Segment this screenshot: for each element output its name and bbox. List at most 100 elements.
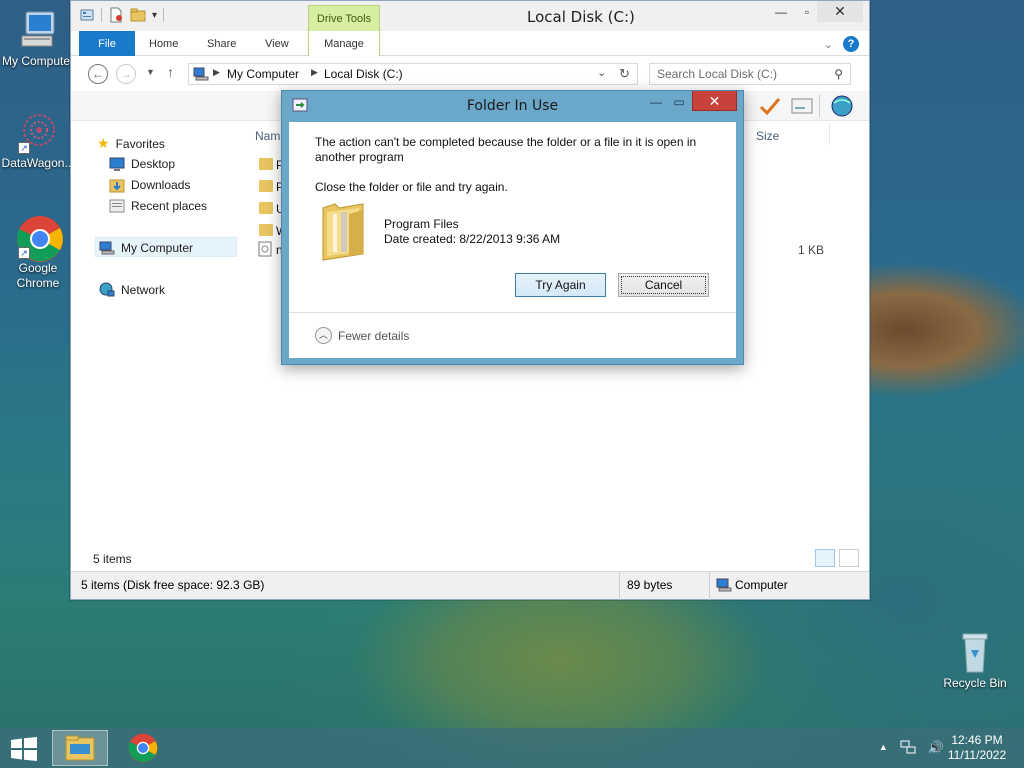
cancel-button[interactable]: Cancel — [618, 273, 709, 297]
desktop-icon-label: Recycle Bin — [943, 676, 1007, 690]
status-left: 5 items (Disk free space: 92.3 GB) — [81, 578, 265, 592]
ribbon-tabs: File Home Share View Manage — [71, 31, 869, 56]
dialog-instruction: Close the folder or file and try again. — [315, 180, 508, 194]
windows-start-icon[interactable] — [10, 737, 38, 761]
tab-file[interactable]: File — [79, 31, 135, 56]
recent-places-icon — [109, 199, 125, 213]
file-icon — [258, 241, 272, 257]
items-count-label: 5 items — [93, 552, 132, 566]
items-count: 5 items — [71, 549, 869, 571]
folder-icon — [259, 224, 273, 236]
minimize-button[interactable]: — — [767, 1, 795, 23]
properties-icon[interactable] — [79, 7, 95, 23]
back-button[interactable]: ← — [88, 64, 108, 84]
card-icon[interactable] — [791, 98, 813, 114]
status-bar: 5 items (Disk free space: 92.3 GB) 89 by… — [71, 571, 869, 600]
dialog-close-button[interactable]: ✕ — [692, 91, 737, 111]
status-zone: Computer — [735, 578, 788, 592]
try-again-button[interactable]: Try Again — [515, 273, 606, 297]
computer-small-icon — [99, 241, 115, 255]
tab-manage[interactable]: Manage — [308, 31, 380, 56]
dialog-titlebar: Folder In Use — ▭ ✕ — [282, 91, 743, 121]
checkmark-icon[interactable] — [759, 96, 781, 116]
details-view-icon[interactable] — [815, 549, 835, 567]
large-icons-view-icon[interactable] — [839, 549, 859, 567]
taskbar: ▲ 🔊 12:46 PM 11/11/2022 — [0, 728, 1024, 768]
folder-in-use-dialog: Folder In Use — ▭ ✕ The action can't be … — [281, 90, 744, 365]
clock-time: 12:46 PM — [951, 733, 1003, 747]
network-tray-icon[interactable] — [900, 740, 916, 754]
close-button[interactable]: ✕ — [817, 1, 863, 22]
ribbon-right-controls: ⌄ ? — [824, 36, 859, 52]
datawagon-icon: ↗ — [16, 110, 60, 154]
system-tray: ▲ 🔊 — [879, 740, 944, 756]
nav-network[interactable]: Network — [99, 282, 165, 298]
computer-small-icon — [716, 578, 732, 592]
tab-view[interactable]: View — [265, 31, 289, 56]
nav-downloads[interactable]: Downloads — [109, 177, 190, 193]
dialog-divider — [289, 312, 736, 313]
nav-recent-places[interactable]: Recent places — [109, 198, 207, 214]
taskbar-clock[interactable]: 12:46 PM 11/11/2022 — [942, 733, 1012, 763]
explorer-titlebar: ▾ Local Disk (C:) — ▫ ✕ — [71, 1, 869, 31]
desktop-icon-google-chrome[interactable]: ↗ Google Chrome — [0, 215, 76, 291]
nav-label: Recent places — [131, 199, 208, 213]
network-icon — [99, 282, 115, 297]
desktop-icon-recycle-bin[interactable]: Recycle Bin — [937, 630, 1013, 691]
refresh-button[interactable]: ↻ — [612, 63, 638, 85]
address-bar[interactable]: ▶ My Computer ▶ Local Disk (C:) ⌄ — [188, 63, 638, 85]
recent-locations-chevron-icon[interactable]: ▼ — [146, 67, 155, 77]
chrome-icon: ↗ — [16, 215, 63, 262]
customize-qat-chevron-icon[interactable]: ▾ — [152, 10, 157, 21]
show-hidden-icons-chevron-icon[interactable]: ▲ — [879, 740, 888, 756]
nav-label: Network — [121, 283, 166, 297]
breadcrumb-my-computer[interactable]: My Computer — [227, 67, 299, 81]
address-dropdown-chevron-icon[interactable]: ⌄ — [597, 66, 606, 79]
folder-icon — [259, 202, 273, 214]
desktop-icon — [109, 157, 125, 171]
tab-home[interactable]: Home — [149, 31, 178, 56]
expand-ribbon-chevron-icon[interactable]: ⌄ — [824, 38, 833, 51]
column-header-size[interactable]: Size — [756, 129, 779, 143]
computer-small-icon — [193, 67, 209, 81]
tab-share[interactable]: Share — [207, 31, 236, 56]
downloads-icon — [109, 179, 125, 193]
shortcut-arrow-icon: ↗ — [18, 142, 30, 154]
new-document-icon[interactable] — [108, 7, 124, 23]
dialog-maximize-button[interactable]: ▭ — [668, 94, 690, 112]
row-size: 1 KB — [798, 243, 825, 257]
status-size: 89 bytes — [627, 578, 673, 592]
folder-icon — [259, 180, 273, 192]
nav-label: My Computer — [121, 241, 194, 255]
search-input[interactable]: Search Local Disk (C:) ⚲ — [649, 63, 851, 85]
recycle-bin-icon — [953, 630, 997, 674]
globe-icon[interactable] — [830, 95, 854, 117]
nav-desktop[interactable]: Desktop — [109, 156, 175, 172]
nav-label: Desktop — [131, 157, 176, 171]
desktop-icon-datawagon[interactable]: ↗ DataWagon... — [0, 110, 76, 171]
nav-my-computer[interactable]: My Computer — [99, 240, 193, 256]
new-folder-icon[interactable] — [130, 7, 146, 23]
address-row: ← → ▼ ↑ ▶ My Computer ▶ Local Disk (C:) … — [71, 57, 869, 91]
file-name: Program Files — [384, 217, 459, 231]
desktop-icon-my-computer[interactable]: My Computer — [0, 8, 76, 69]
navigation-pane: ★ Favorites Desktop Downloads Recent pla… — [71, 121, 243, 546]
window-title: Local Disk (C:) — [527, 8, 635, 26]
nav-favorites[interactable]: ★ Favorites — [97, 135, 165, 152]
breadcrumb-separator-icon: ▶ — [311, 67, 318, 77]
view-buttons — [815, 549, 859, 567]
nav-label: Favorites — [115, 136, 165, 151]
taskbar-google-chrome[interactable] — [116, 730, 172, 766]
desktop-icon-label: My Computer — [1, 54, 75, 68]
up-arrow-icon[interactable]: ↑ — [167, 64, 174, 80]
fewer-details-toggle[interactable]: ︿ Fewer details — [315, 327, 409, 344]
computer-icon — [16, 8, 60, 52]
fewer-details-label: Fewer details — [338, 328, 410, 343]
star-icon: ★ — [97, 135, 110, 151]
breadcrumb-local-disk[interactable]: Local Disk (C:) — [324, 67, 403, 81]
desktop-icon-label: Google Chrome — [16, 261, 60, 290]
help-icon[interactable]: ? — [843, 36, 859, 52]
forward-button[interactable]: → — [116, 64, 136, 84]
taskbar-file-explorer[interactable] — [52, 730, 108, 766]
dialog-minimize-button[interactable]: — — [645, 94, 667, 112]
